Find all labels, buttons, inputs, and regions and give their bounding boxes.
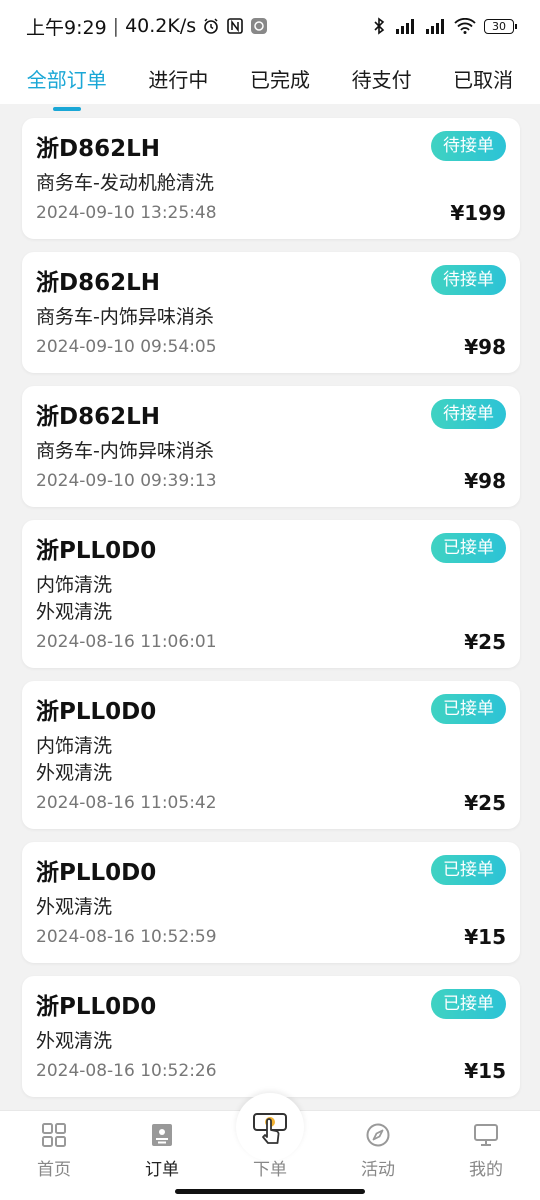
order-tabs: 全部订单 进行中 已完成 待支付 已取消 [0, 52, 540, 104]
service-item: 商务车-发动机舱清洗 [36, 172, 214, 194]
status-badge: 待接单 [431, 265, 506, 295]
home-indicator[interactable] [175, 1189, 365, 1194]
service-item: 外观清洗 [36, 1030, 113, 1052]
order-price: ¥98 [464, 335, 506, 359]
nav-label: 订单 [145, 1160, 179, 1180]
place-order-hand-icon [236, 1093, 304, 1161]
order-card[interactable]: 浙D862LH 待接单 商务车-内饰异味消杀 2024-09-10 09:39:… [22, 386, 520, 507]
order-list[interactable]: 浙D862LH 待接单 商务车-发动机舱清洗 2024-09-10 13:25:… [0, 104, 540, 1110]
nav-mine[interactable]: 我的 [446, 1121, 526, 1180]
license-plate: 浙D862LH [36, 136, 161, 162]
order-time: 2024-09-10 09:54:05 [36, 337, 217, 357]
wifi-icon [454, 18, 476, 34]
license-plate: 浙PLL0D0 [36, 860, 157, 886]
order-price: ¥199 [450, 201, 506, 225]
order-card[interactable]: 浙PLL0D0 已接单 内饰清洗 外观清洗 2024-08-16 11:06:0… [22, 520, 520, 668]
order-time: 2024-08-16 10:52:59 [36, 927, 217, 947]
tab-pending-payment[interactable]: 待支付 [348, 56, 416, 101]
order-price: ¥15 [464, 925, 506, 949]
status-badge: 已接单 [431, 989, 506, 1019]
compass-icon [364, 1121, 392, 1149]
bottom-nav: 首页 订单 下单 活动 我的 [0, 1093, 540, 1200]
order-time: 2024-09-10 13:25:48 [36, 203, 217, 223]
nav-label: 我的 [469, 1160, 503, 1180]
status-badge: 已接单 [431, 855, 506, 885]
bluetooth-icon [372, 17, 386, 35]
signal-icon [394, 18, 416, 34]
signal-icon [424, 18, 446, 34]
nav-home[interactable]: 首页 [14, 1121, 94, 1180]
order-card[interactable]: 浙PLL0D0 已接单 内饰清洗 外观清洗 2024-08-16 11:05:4… [22, 681, 520, 829]
monitor-icon [472, 1121, 500, 1149]
status-badge: 待接单 [431, 399, 506, 429]
battery-icon: 30 [484, 18, 517, 34]
license-plate: 浙PLL0D0 [36, 538, 157, 564]
network-speed: 40.2K/s [125, 15, 197, 37]
order-price: ¥15 [464, 1059, 506, 1083]
license-plate: 浙PLL0D0 [36, 699, 157, 725]
nfc-icon [226, 17, 244, 35]
service-item: 内饰清洗 [36, 735, 113, 757]
service-item: 外观清洗 [36, 762, 113, 784]
order-price: ¥25 [464, 630, 506, 654]
nav-label: 活动 [361, 1160, 395, 1180]
home-grid-icon [40, 1121, 68, 1149]
license-plate: 浙D862LH [36, 270, 161, 296]
order-card[interactable]: 浙D862LH 待接单 商务车-内饰异味消杀 2024-09-10 09:54:… [22, 252, 520, 373]
order-card[interactable]: 浙PLL0D0 已接单 外观清洗 2024-08-16 10:52:59 ¥15 [22, 842, 520, 963]
service-item: 外观清洗 [36, 601, 113, 623]
order-time: 2024-09-10 09:39:13 [36, 471, 217, 491]
alarm-icon [202, 17, 220, 35]
status-badge: 已接单 [431, 533, 506, 563]
app-notification-icon [250, 17, 268, 35]
status-badge: 待接单 [431, 131, 506, 161]
nav-label: 首页 [37, 1160, 71, 1180]
status-badge: 已接单 [431, 694, 506, 724]
tab-cancelled[interactable]: 已取消 [449, 56, 517, 101]
license-plate: 浙D862LH [36, 404, 161, 430]
order-card[interactable]: 浙PLL0D0 已接单 外观清洗 2024-08-16 10:52:26 ¥15 [22, 976, 520, 1097]
order-time: 2024-08-16 11:05:42 [36, 793, 217, 813]
status-time: 上午9:29 [26, 16, 107, 39]
service-item: 外观清洗 [36, 896, 113, 918]
order-time: 2024-08-16 10:52:26 [36, 1061, 217, 1081]
status-bar: 上午9:29 | 40.2K/s 30 [0, 0, 540, 52]
battery-level: 30 [492, 19, 506, 33]
license-plate: 浙PLL0D0 [36, 994, 157, 1020]
order-price: ¥25 [464, 791, 506, 815]
tab-all-orders[interactable]: 全部订单 [23, 56, 111, 101]
tab-completed[interactable]: 已完成 [246, 56, 314, 101]
service-item: 商务车-内饰异味消杀 [36, 306, 214, 328]
nav-activity[interactable]: 活动 [338, 1121, 418, 1180]
order-time: 2024-08-16 11:06:01 [36, 632, 217, 652]
nav-orders[interactable]: 订单 [122, 1121, 202, 1180]
service-item: 内饰清洗 [36, 574, 113, 596]
service-item: 商务车-内饰异味消杀 [36, 440, 214, 462]
order-icon [148, 1121, 176, 1149]
order-price: ¥98 [464, 469, 506, 493]
nav-place-order[interactable]: 下单 [230, 1093, 310, 1180]
order-card[interactable]: 浙D862LH 待接单 商务车-发动机舱清洗 2024-09-10 13:25:… [22, 118, 520, 239]
tab-in-progress[interactable]: 进行中 [144, 56, 212, 101]
